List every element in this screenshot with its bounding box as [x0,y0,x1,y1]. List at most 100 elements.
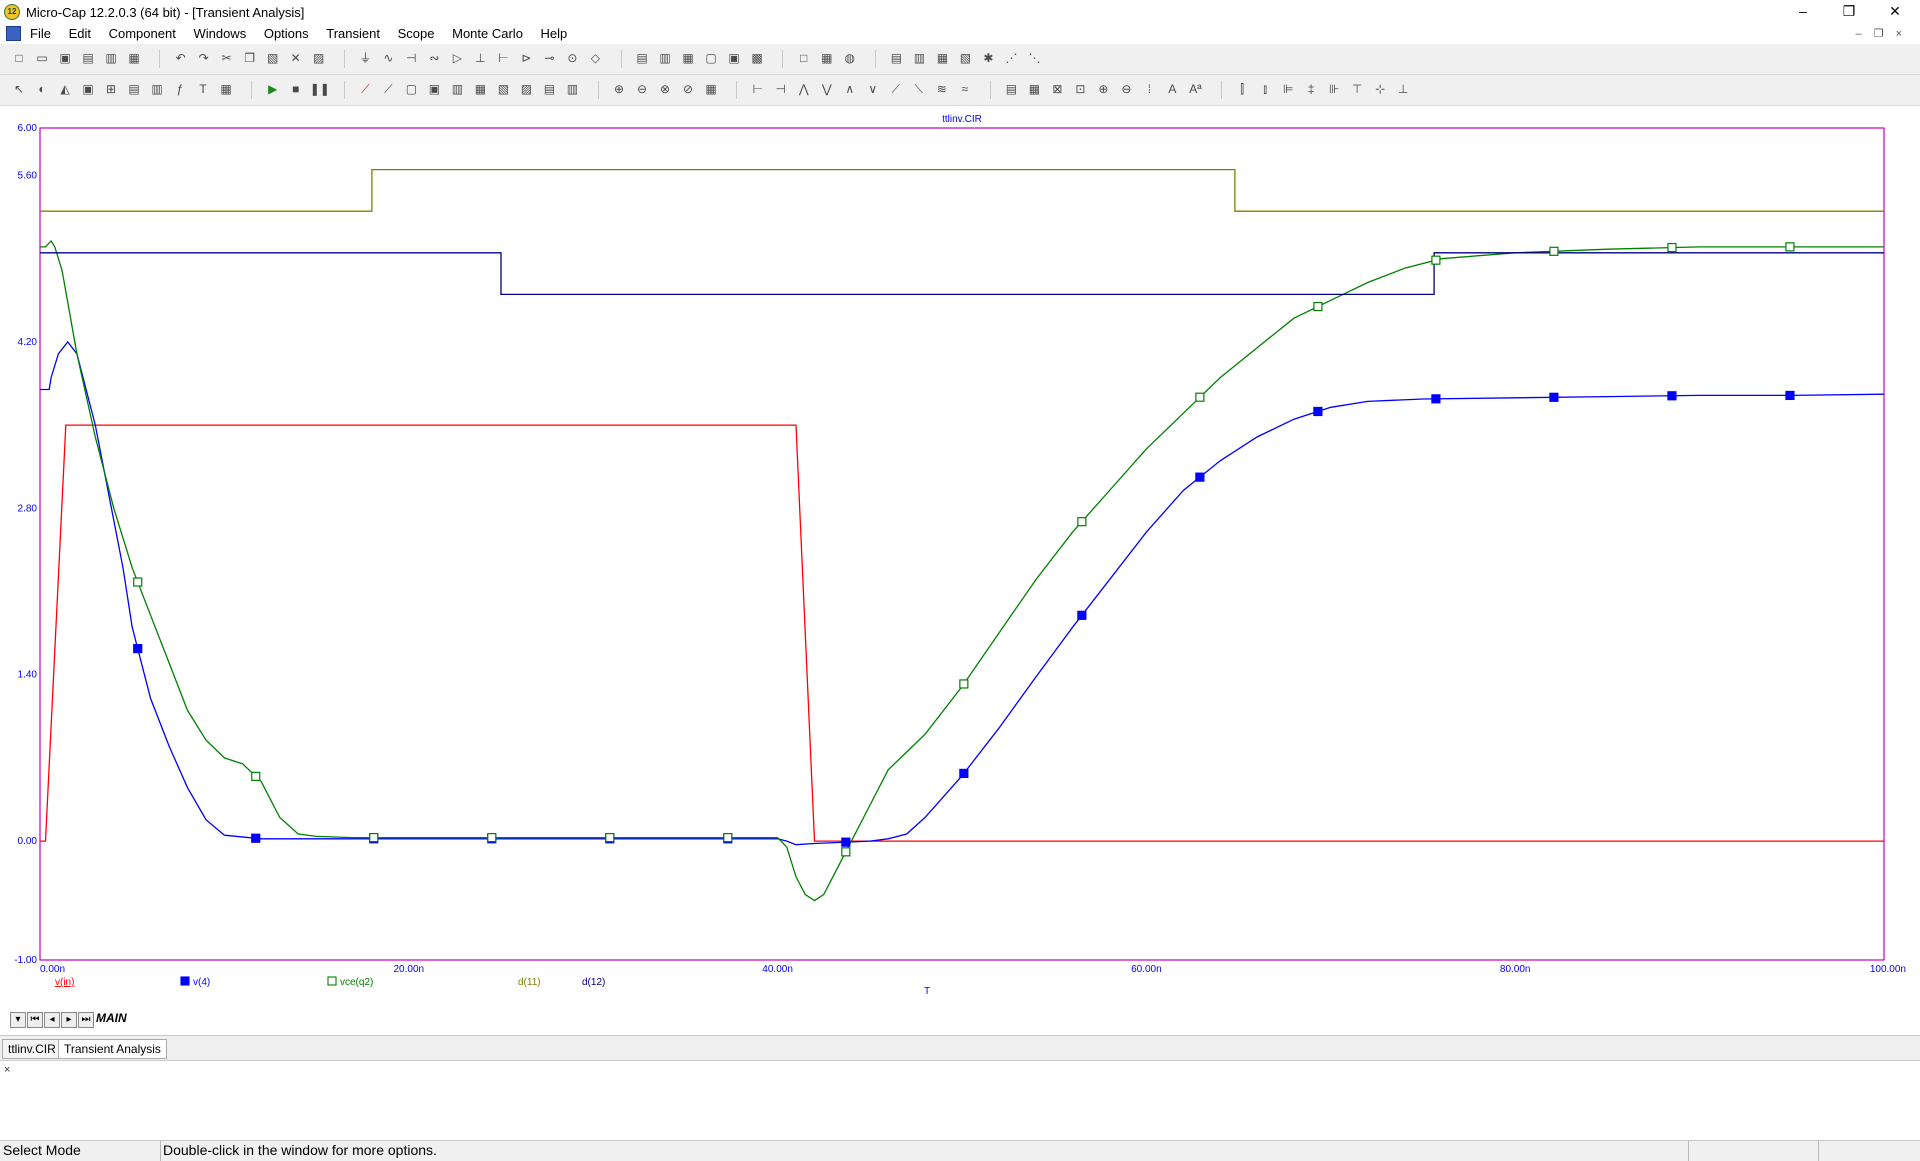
table-icon[interactable]: ▤ [1002,81,1020,97]
sheet-last-button[interactable]: ⏭ [78,1012,94,1028]
sheet-next-button[interactable]: ▸ [61,1012,77,1028]
series-line-d12[interactable] [40,252,1884,296]
pan-icon[interactable]: ◐ [33,81,51,97]
menu-windows[interactable]: Windows [193,26,246,41]
fit-icon[interactable]: ⊠ [1048,81,1066,97]
tag2-icon[interactable]: ▣ [425,81,443,97]
sheet-first-button[interactable]: ⏮ [27,1012,43,1028]
globe-icon[interactable]: ◍ [841,50,859,66]
fit2-icon[interactable]: ⊡ [1071,81,1089,97]
document-icon[interactable] [6,26,21,41]
menu-component[interactable]: Component [109,26,176,41]
plot-icon[interactable]: ⋰ [1002,50,1020,66]
align-top-icon[interactable]: ⊤ [1348,81,1366,97]
redo-icon[interactable]: ↷ [195,50,213,66]
print-preview-icon[interactable]: ▥ [102,50,120,66]
page-icon[interactable]: □ [795,50,813,66]
cursor-global-icon[interactable]: ∨ [864,81,882,97]
zoom-out-icon[interactable]: ⊖ [633,81,651,97]
window2-icon[interactable]: ▣ [725,50,743,66]
info-icon[interactable]: ▦ [217,81,235,97]
series-line-v-in[interactable] [40,424,1884,842]
align-bottom-icon[interactable]: ⊥ [1394,81,1412,97]
align-center-icon[interactable]: ‡ [1302,81,1320,97]
align-icon[interactable]: ⫿ [1233,81,1251,97]
opamp-icon[interactable]: ⊳ [517,50,535,66]
align-right-icon[interactable]: ⊪ [1325,81,1343,97]
transient-chart[interactable]: ttlinv.CIR 6.00 5.60 4.20 2.80 1.40 0.00 -1.000… [0,106,1920,1031]
grid4-icon[interactable]: ▨ [517,81,535,97]
calculator-icon[interactable]: ▩ [748,50,766,66]
run-analysis-icon[interactable]: ▶ [264,81,282,97]
tab-ttlinv-cir[interactable]: ttlinv.CIR [2,1039,62,1059]
print-icon[interactable]: ▦ [125,50,143,66]
run-icon[interactable]: ▤ [887,50,905,66]
switch-icon[interactable]: ⊸ [540,50,558,66]
paste-icon[interactable]: ▧ [264,50,282,66]
grid2-icon[interactable]: ▦ [471,81,489,97]
copy-icon[interactable]: ❐ [241,50,259,66]
tab-transient-analysis[interactable]: Transient Analysis [58,1039,167,1059]
mdi-controls[interactable]: –❐× [1856,27,1914,40]
cursor-peak-icon[interactable]: ⊢ [749,81,767,97]
zoom-plus-icon[interactable]: ⊕ [1094,81,1112,97]
capacitor-icon[interactable]: ⊣ [402,50,420,66]
resistor-icon[interactable]: ∿ [379,50,397,66]
menu-edit[interactable]: Edit [69,26,91,41]
source-icon[interactable]: ⊙ [563,50,581,66]
minimize-button[interactable]: – [1780,0,1826,24]
numeric-icon[interactable]: ▧ [956,50,974,66]
close-button[interactable]: ✕ [1872,0,1918,24]
cursor-slope-icon[interactable]: ⟋ [887,81,905,97]
align2-icon[interactable]: ⫾ [1256,81,1274,97]
text-icon[interactable]: T [194,81,212,97]
series-line-vce-q2[interactable] [40,239,1884,902]
ground-icon[interactable]: ⏚ [356,50,374,66]
component-icon[interactable]: ▦ [818,50,836,66]
grid3-icon[interactable]: ▧ [494,81,512,97]
limits-icon[interactable]: ▥ [910,50,928,66]
scale-icon[interactable]: ▣ [79,81,97,97]
cascade-icon[interactable]: ▤ [633,50,651,66]
save-all-icon[interactable]: ▤ [79,50,97,66]
axis-icon[interactable]: ▤ [540,81,558,97]
align-mid-icon[interactable]: ⊹ [1371,81,1389,97]
node-icon[interactable]: ◇ [586,50,604,66]
graphics-icon[interactable]: ◭ [56,81,74,97]
series-line-d11[interactable] [40,168,1884,212]
menu-transient[interactable]: Transient [326,26,380,41]
plot-properties2-icon[interactable]: ⟋ [379,81,397,97]
cursor-next-icon[interactable]: ≈ [956,81,974,97]
tile-horizontal-icon[interactable]: ▦ [679,50,697,66]
inductor-icon[interactable]: ∾ [425,50,443,66]
point-tag-icon[interactable]: ▥ [148,81,166,97]
window-icon[interactable]: ▢ [702,50,720,66]
menu-help[interactable]: Help [541,26,568,41]
plot-properties-icon[interactable]: ⟋ [356,81,374,97]
diode-icon[interactable]: ▷ [448,50,466,66]
grid-icon[interactable]: ▥ [448,81,466,97]
formula-icon[interactable]: ƒ [171,81,189,97]
menu-monte-carlo[interactable]: Monte Carlo [452,26,523,41]
select-all-icon[interactable]: ▨ [310,50,328,66]
sheet-menu-button[interactable]: ▾ [10,1012,26,1028]
zoom-fit-icon[interactable]: ⊗ [656,81,674,97]
menu-scope[interactable]: Scope [398,26,435,41]
zoom-in-icon[interactable]: ⊕ [610,81,628,97]
sheet-prev-button[interactable]: ◂ [44,1012,60,1028]
cursor-right-icon[interactable]: ≋ [933,81,951,97]
cursor-valley-icon[interactable]: ⊣ [772,81,790,97]
output-pane[interactable]: × [0,1060,1920,1141]
font-icon[interactable]: A [1163,81,1181,97]
cursor-left-icon[interactable]: ⟍ [910,81,928,97]
undo-icon[interactable]: ↶ [172,50,190,66]
dots-icon[interactable]: ⁞ [1140,81,1158,97]
menu-file[interactable]: File [30,26,51,41]
cursor-inflect-icon[interactable]: ∧ [841,81,859,97]
new-file-icon[interactable]: □ [10,50,28,66]
cursor-high-icon[interactable]: ⋀ [795,81,813,97]
stepping-icon[interactable]: ⋱ [1025,50,1043,66]
tools-icon[interactable]: ✱ [979,50,997,66]
cut-icon[interactable]: ✂ [218,50,236,66]
zoom-minus-icon[interactable]: ⊖ [1117,81,1135,97]
